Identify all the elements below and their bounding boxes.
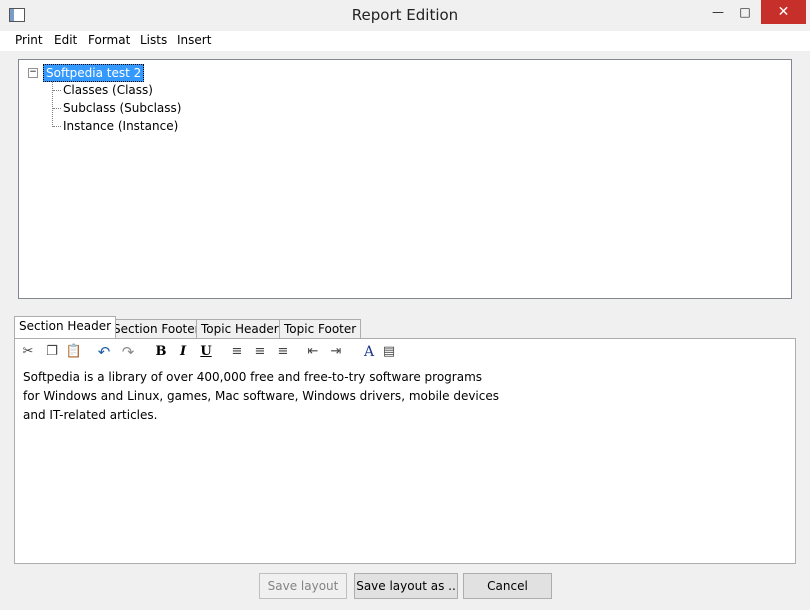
underline-icon[interactable]: U (197, 342, 215, 362)
tree-node-classes[interactable]: Classes (Class) (63, 83, 153, 97)
tree-root-node[interactable]: Softpedia test 2 (43, 64, 145, 82)
editor-text-line: for Windows and Linux, games, Mac softwa… (23, 389, 499, 403)
menu-edit[interactable]: Edit (54, 33, 77, 47)
insert-object-icon[interactable]: ▤ (380, 342, 398, 362)
decrease-indent-icon[interactable]: ⇤ (304, 342, 322, 362)
tree-connector (53, 90, 61, 91)
tree-connector (53, 126, 61, 127)
collapse-icon[interactable]: − (28, 68, 38, 78)
bold-icon[interactable]: B (152, 342, 170, 362)
tree-view[interactable]: − Softpedia test 2 Classes (Class) Subcl… (18, 59, 792, 299)
menu-print[interactable]: Print (15, 33, 43, 47)
tab-topic-header[interactable]: Topic Header (196, 319, 284, 338)
tab-topic-footer[interactable]: Topic Footer (279, 319, 362, 338)
paste-icon[interactable]: 📋 (65, 342, 83, 362)
maximize-button[interactable]: □ (730, 0, 760, 24)
rich-text-editor[interactable]: ✂ ❐ 📋 ↶ ↷ B I U ≡ ≡ ≡ ⇤ ⇥ A ▤ Softpedia … (14, 338, 796, 564)
editor-text-line: Softpedia is a library of over 400,000 f… (23, 370, 483, 384)
align-right-icon[interactable]: ≡ (274, 342, 292, 362)
align-center-icon[interactable]: ≡ (251, 342, 269, 362)
font-icon[interactable]: A (360, 342, 378, 362)
cut-icon[interactable]: ✂ (19, 342, 37, 362)
menu-lists[interactable]: Lists (140, 33, 167, 47)
undo-icon[interactable]: ↶ (95, 342, 113, 362)
title-bar: Report Edition — □ ✕ (0, 0, 810, 31)
tab-section-header[interactable]: Section Header (14, 316, 117, 338)
tab-strip: Section Header Section Footer Topic Head… (14, 316, 414, 339)
window-title: Report Edition (351, 6, 459, 24)
tree-node-instance[interactable]: Instance (Instance) (63, 119, 178, 133)
tree-connector (53, 108, 61, 109)
save-layout-button[interactable]: Save layout (259, 573, 347, 599)
tab-section-footer[interactable]: Section Footer (108, 319, 205, 338)
menu-insert[interactable]: Insert (177, 33, 211, 47)
save-layout-as-button[interactable]: Save layout as .. (354, 573, 458, 599)
tree-node-subclass[interactable]: Subclass (Subclass) (63, 101, 181, 115)
increase-indent-icon[interactable]: ⇥ (327, 342, 345, 362)
copy-icon[interactable]: ❐ (43, 342, 61, 362)
minimize-button[interactable]: — (703, 0, 733, 24)
editor-text-line: and IT-related articles. (23, 408, 158, 422)
align-left-icon[interactable]: ≡ (228, 342, 246, 362)
cancel-button[interactable]: Cancel (463, 573, 552, 599)
redo-icon[interactable]: ↷ (119, 342, 137, 362)
italic-icon[interactable]: I (174, 342, 192, 362)
menu-bar: Print Edit Format Lists Insert (0, 31, 810, 51)
tree-connector (52, 82, 53, 127)
menu-format[interactable]: Format (88, 33, 130, 47)
close-button[interactable]: ✕ (761, 0, 806, 24)
